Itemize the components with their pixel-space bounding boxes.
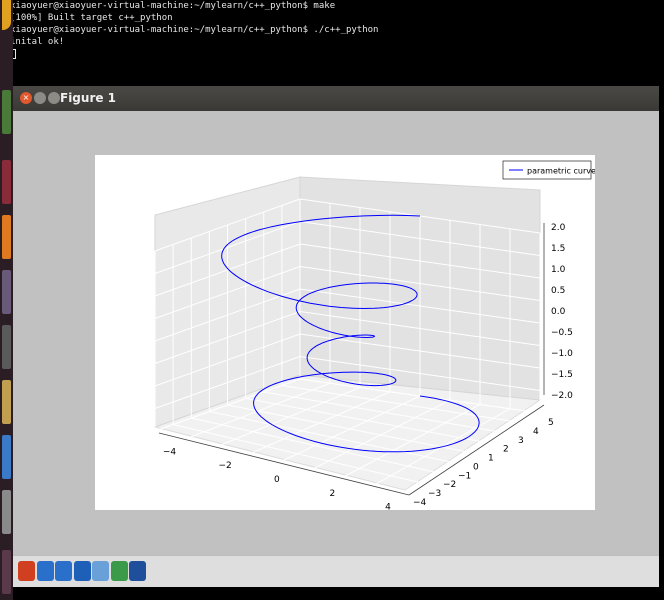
launcher-item-icon[interactable] — [2, 380, 11, 424]
y-tick-label: 5 — [548, 418, 554, 428]
z-tick-label: −1.5 — [551, 370, 573, 380]
z-tick-label: −2.0 — [551, 391, 573, 401]
x-tick-label: −4 — [163, 447, 177, 457]
terminal-prompt-line[interactable] — [10, 48, 664, 60]
plot-3d: −4−2024 −4−3−2−1012345−2.0−1.5−1.0−0.50.0… — [153, 160, 596, 513]
pan-icon[interactable] — [73, 561, 91, 581]
terminal-line: inital ok! — [10, 37, 65, 47]
z-tick-label: 2.0 — [551, 223, 566, 233]
terminal: xiaoyuer@xiaoyuer-virtual-machine:~/myle… — [0, 0, 664, 86]
legend: parametric curve — [502, 160, 596, 180]
x-tick-label: 2 — [330, 489, 336, 499]
navigation-toolbar — [13, 555, 659, 587]
back-icon[interactable] — [36, 561, 54, 581]
x-tick-label: 4 — [385, 503, 391, 510]
terminal-line: [100%] Built target c++_python — [10, 13, 173, 23]
launcher-item-icon[interactable] — [2, 160, 11, 204]
y-tick-label: 1 — [488, 454, 494, 464]
floor-pane — [153, 176, 542, 491]
y-tick-label: 2 — [503, 445, 509, 455]
launcher-item-icon[interactable] — [2, 435, 11, 479]
launcher-item-icon[interactable] — [2, 550, 11, 594]
y-tick-label: −4 — [413, 498, 427, 508]
subplots-icon[interactable] — [110, 561, 128, 581]
save-icon[interactable] — [129, 561, 146, 581]
zoom-icon[interactable] — [92, 561, 109, 581]
launcher-item-icon[interactable] — [2, 215, 11, 259]
launcher-item-icon[interactable] — [2, 0, 11, 30]
window-title: Figure 1 — [60, 91, 117, 105]
y-tick-label: 0 — [473, 462, 479, 472]
z-tick-label: −0.5 — [551, 328, 573, 338]
z-tick-label: 0.0 — [551, 307, 566, 317]
home-icon[interactable] — [18, 561, 35, 581]
terminal-line: xiaoyuer@xiaoyuer-virtual-machine:~/myle… — [10, 25, 379, 35]
y-tick-label: −1 — [458, 471, 471, 481]
launcher-item-icon[interactable] — [2, 325, 11, 369]
launcher-bar — [0, 0, 13, 600]
y-tick-label: 3 — [518, 436, 524, 446]
maximize-icon[interactable] — [48, 92, 60, 104]
terminal-line: xiaoyuer@xiaoyuer-virtual-machine:~/myle… — [10, 1, 336, 11]
z-tick-label: −1.0 — [551, 349, 573, 359]
figure-canvas[interactable]: −4 −2 0 2 4 −4 −3 −2 −1 0 1 2 3 4 5 −2.0 −1.5 −1.0 −0.5 0.0… — [95, 155, 596, 513]
z-tick-label: 0.5 — [551, 286, 565, 296]
launcher-item-icon[interactable] — [2, 90, 11, 134]
y-tick-label: −3 — [428, 489, 441, 499]
z-tick-label: 1.0 — [551, 265, 566, 275]
launcher-item-icon[interactable] — [2, 270, 11, 314]
minimize-icon[interactable] — [34, 92, 46, 104]
window-titlebar[interactable]: × Figure 1 — [13, 86, 659, 111]
legend-label: parametric curve — [527, 167, 595, 176]
y-tick-label: 4 — [533, 427, 539, 437]
z-tick-label: 1.5 — [551, 244, 565, 254]
close-icon[interactable]: × — [20, 92, 32, 104]
y-tick-label: −2 — [443, 480, 456, 490]
x-tick-label: −2 — [218, 461, 231, 471]
launcher-item-icon[interactable] — [2, 490, 11, 534]
figure-window: × Figure 1 −4 −2 0 2 4 −4 −3 −2 −1 0 1 2 3 4 5 −2.0 −1.5… — [13, 86, 659, 587]
x-tick-label: 0 — [274, 475, 280, 485]
forward-icon[interactable] — [55, 561, 72, 581]
